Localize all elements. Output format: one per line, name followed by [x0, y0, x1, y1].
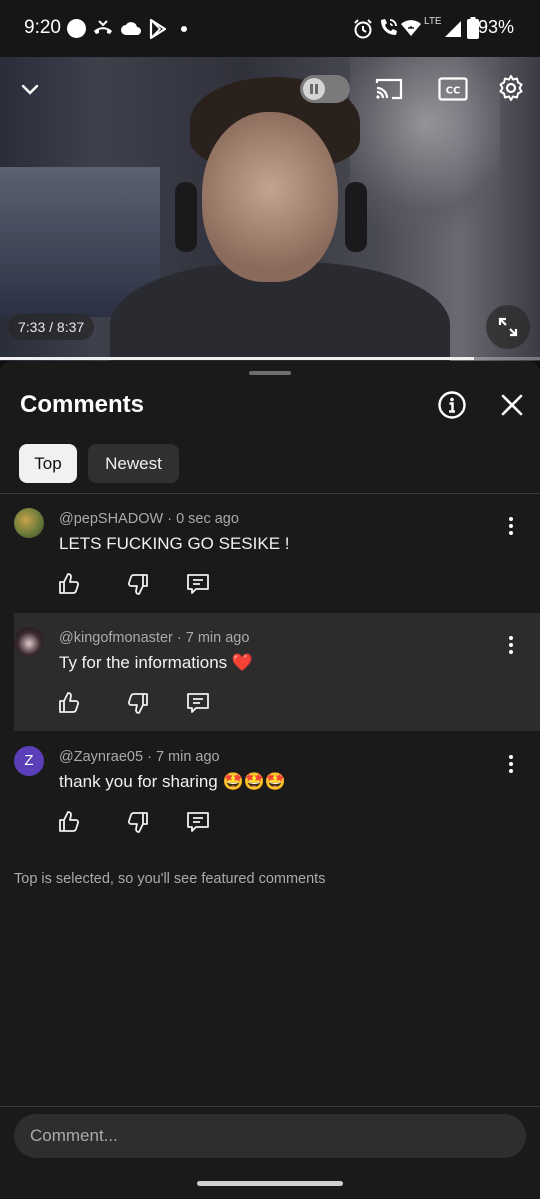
comments-panel: Comments Top Newest @pepSHADOW · 0 sec a…	[0, 361, 540, 1199]
tab-top[interactable]: Top	[19, 444, 77, 483]
comment-author[interactable]: @kingofmonaster	[59, 630, 173, 646]
reply-button[interactable]	[184, 570, 212, 598]
comments-title: Comments	[20, 391, 145, 418]
chevron-down-icon	[21, 84, 39, 95]
more-options-button[interactable]	[501, 750, 521, 778]
like-button[interactable]	[55, 570, 83, 598]
home-indicator[interactable]	[197, 1181, 343, 1186]
comment-item: @pepSHADOW · 0 sec ago LETS FUCKING GO S…	[0, 494, 540, 612]
comment-time: 7 min ago	[185, 630, 250, 646]
divider	[0, 1106, 540, 1107]
info-button[interactable]	[436, 389, 468, 421]
comment-text: Ty for the informations ❤️	[59, 653, 254, 672]
video-progress-fill	[0, 357, 474, 360]
more-options-button[interactable]	[501, 631, 521, 659]
reply-button[interactable]	[184, 808, 212, 836]
comment-author[interactable]: @Zaynrae05	[59, 749, 143, 765]
fullscreen-button[interactable]	[486, 305, 530, 349]
comment-meta: @Zaynrae05 · 7 min ago	[59, 749, 220, 765]
video-frame-headphone	[345, 182, 367, 252]
fullscreen-icon	[498, 317, 518, 337]
gear-icon	[499, 75, 523, 101]
play-store-icon	[149, 18, 167, 40]
video-frame-headphone	[175, 182, 197, 252]
dislike-button[interactable]	[124, 570, 152, 598]
more-options-button[interactable]	[501, 512, 521, 540]
circle-icon	[67, 19, 86, 38]
more-vertical-icon	[509, 517, 513, 535]
autoplay-toggle[interactable]	[300, 75, 350, 103]
thumbs-up-icon	[59, 573, 80, 594]
comment-input[interactable]	[14, 1114, 526, 1158]
cloud-icon	[121, 22, 141, 35]
like-button[interactable]	[55, 689, 83, 717]
comment-item-highlighted: @kingofmonaster · 7 min ago Ty for the i…	[14, 613, 540, 731]
sort-info-note: Top is selected, so you'll see featured …	[14, 871, 326, 887]
tab-newest[interactable]: Newest	[88, 444, 179, 483]
collapse-player-button[interactable]	[12, 71, 48, 107]
cc-icon: CC	[438, 77, 468, 101]
video-progress-bar[interactable]	[0, 357, 540, 360]
like-button[interactable]	[55, 808, 83, 836]
reply-button[interactable]	[184, 689, 212, 717]
drag-handle[interactable]	[249, 371, 291, 375]
reply-icon	[187, 574, 209, 594]
dislike-button[interactable]	[124, 689, 152, 717]
dislike-button[interactable]	[124, 808, 152, 836]
autoplay-knob	[303, 78, 325, 100]
comment-meta: @kingofmonaster · 7 min ago	[59, 630, 250, 646]
avatar[interactable]	[14, 627, 44, 657]
comment-author[interactable]: @pepSHADOW	[59, 511, 163, 527]
svg-text:CC: CC	[446, 86, 461, 97]
dot-icon	[181, 26, 187, 32]
settings-button[interactable]	[492, 69, 530, 107]
video-frame-face	[202, 112, 338, 282]
network-label: LTE	[424, 16, 442, 27]
avatar[interactable]	[14, 508, 44, 538]
video-player[interactable]: CC 7:33 / 8:37	[0, 57, 540, 361]
thumbs-up-icon	[59, 811, 80, 832]
avatar[interactable]: Z	[14, 746, 44, 776]
status-time: 9:20	[24, 17, 61, 38]
close-icon	[501, 394, 523, 416]
comment-text: thank you for sharing 🤩🤩🤩	[59, 772, 286, 791]
battery-percent: 93%	[477, 17, 514, 37]
video-time-display: 7:33 / 8:37	[8, 314, 95, 340]
missed-call-icon	[94, 20, 112, 34]
pause-icon	[310, 84, 318, 94]
comment-time: 0 sec ago	[176, 511, 239, 527]
status-bar: 9:20 LTE 93%	[0, 0, 540, 57]
more-vertical-icon	[509, 636, 513, 654]
wifi-icon	[401, 20, 421, 36]
signal-icon	[445, 21, 461, 37]
info-icon	[438, 391, 466, 419]
thumbs-down-icon	[127, 693, 148, 714]
thumbs-down-icon	[127, 574, 148, 595]
captions-button[interactable]: CC	[434, 71, 472, 107]
cast-icon	[375, 78, 403, 100]
cast-button[interactable]	[370, 71, 408, 107]
thumbs-up-icon	[59, 692, 80, 713]
reply-icon	[187, 812, 209, 832]
more-vertical-icon	[509, 755, 513, 773]
reply-icon	[187, 693, 209, 713]
comment-meta: @pepSHADOW · 0 sec ago	[59, 511, 239, 527]
comment-time: 7 min ago	[155, 749, 220, 765]
thumbs-down-icon	[127, 812, 148, 833]
close-button[interactable]	[496, 389, 528, 421]
alarm-icon	[354, 19, 372, 39]
wifi-call-icon	[381, 19, 397, 35]
comment-item: Z @Zaynrae05 · 7 min ago thank you for s…	[0, 732, 540, 850]
comment-text: LETS FUCKING GO SESIKE !	[59, 534, 290, 553]
